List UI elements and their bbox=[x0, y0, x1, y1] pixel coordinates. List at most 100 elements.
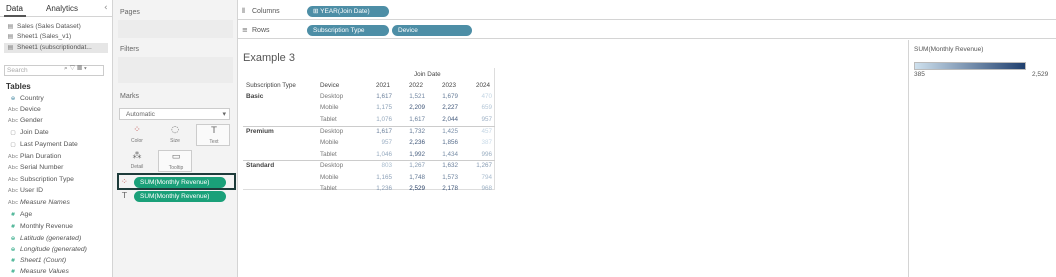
filters-drop-zone[interactable] bbox=[118, 57, 233, 83]
size-button[interactable]: ◌ Size bbox=[158, 124, 192, 146]
color-icon: ⁘ bbox=[133, 125, 141, 135]
field-measure-values[interactable]: # Measure Values bbox=[6, 266, 69, 277]
table-cell[interactable]: 2,236 bbox=[403, 139, 425, 146]
legend-title: SUM(Monthly Revenue) bbox=[914, 46, 984, 53]
field-age[interactable]: # Age bbox=[6, 209, 32, 220]
calendar-icon: ▢ bbox=[10, 142, 16, 148]
field-monthly-revenue[interactable]: # Monthly Revenue bbox=[6, 221, 73, 232]
table-cell[interactable]: 1,165 bbox=[370, 174, 392, 181]
table-cell[interactable]: 1,617 bbox=[370, 93, 392, 100]
columns-icon: ⫴ bbox=[242, 7, 245, 15]
rows-pill-subscription-type[interactable]: Subscription Type bbox=[307, 25, 389, 36]
pages-drop-zone[interactable] bbox=[118, 20, 233, 38]
field-longitude[interactable]: ⊕ Longitude (generated) bbox=[6, 244, 87, 255]
table-cell[interactable]: 1,521 bbox=[403, 93, 425, 100]
table-cell[interactable]: 1,076 bbox=[370, 116, 392, 123]
field-gender[interactable]: Abc Gender bbox=[6, 115, 43, 126]
field-user-id[interactable]: Abc User ID bbox=[6, 185, 43, 196]
tab-analytics[interactable]: Analytics bbox=[46, 4, 78, 13]
device-label: Mobile bbox=[320, 139, 339, 147]
table-cell[interactable]: 1,175 bbox=[370, 104, 392, 111]
table-cell[interactable]: 1,748 bbox=[403, 174, 425, 181]
table-cell[interactable]: 2,227 bbox=[436, 104, 458, 111]
table-cell[interactable]: 1,236 bbox=[370, 185, 392, 192]
field-serial-number[interactable]: Abc Serial Number bbox=[6, 162, 64, 173]
device-label: Desktop bbox=[320, 93, 344, 100]
table-cell[interactable]: 794 bbox=[470, 174, 492, 181]
measure-icon: # bbox=[10, 269, 16, 275]
measure-icon: # bbox=[10, 224, 16, 230]
table-cell[interactable]: 996 bbox=[470, 151, 492, 158]
pages-card-title: Pages bbox=[120, 9, 140, 16]
field-sheet1-count[interactable]: # Sheet1 (Count) bbox=[6, 255, 66, 266]
color-legend-bar[interactable] bbox=[914, 62, 1026, 70]
device-label: Tablet bbox=[320, 115, 337, 123]
datasource-item-selected[interactable]: ▤ Sheet1 (subscriptiondat... bbox=[4, 43, 108, 53]
text-icon: T bbox=[211, 126, 217, 136]
field-country[interactable]: ⊕ Country bbox=[6, 93, 44, 104]
tooltip-button[interactable]: ▭ Tooltip bbox=[158, 150, 192, 172]
field-subscription-type[interactable]: Abc Subscription Type bbox=[6, 174, 74, 185]
table-cell[interactable]: 387 bbox=[470, 139, 492, 146]
table-cell[interactable]: 2,044 bbox=[436, 116, 458, 123]
view-options-icon[interactable]: ▦▾ bbox=[77, 65, 89, 72]
table-cell[interactable]: 2,209 bbox=[403, 104, 425, 111]
device-label: Tablet bbox=[320, 185, 337, 193]
table-cell[interactable]: 803 bbox=[370, 162, 392, 169]
chevron-down-icon: ▾ bbox=[222, 110, 226, 118]
table-cell[interactable]: 1,856 bbox=[436, 139, 458, 146]
table-cell[interactable]: 1,267 bbox=[403, 162, 425, 169]
table-cell[interactable]: 1,992 bbox=[403, 151, 425, 158]
table-cell[interactable]: 457 bbox=[470, 128, 492, 135]
table-cell[interactable]: 957 bbox=[370, 139, 392, 146]
filters-card-title: Filters bbox=[120, 46, 140, 53]
abc-icon: Abc bbox=[7, 200, 19, 206]
tables-heading: Tables bbox=[6, 82, 31, 91]
field-measure-names[interactable]: Abc Measure Names bbox=[6, 197, 70, 208]
field-plan-duration[interactable]: Abc Plan Duration bbox=[6, 151, 61, 162]
table-cell[interactable]: 1,732 bbox=[403, 128, 425, 135]
tooltip-icon: ▭ bbox=[171, 152, 181, 162]
table-cell[interactable]: 1,679 bbox=[436, 93, 458, 100]
table-cell[interactable]: 1,617 bbox=[370, 128, 392, 135]
table-cell[interactable]: 1,046 bbox=[370, 151, 392, 158]
datasource-icon: ▤ bbox=[7, 44, 14, 51]
active-tab-indicator bbox=[4, 15, 26, 17]
table-cell[interactable]: 968 bbox=[470, 185, 492, 192]
row-header-subscription-type: Subscription Type bbox=[246, 82, 296, 89]
field-last-payment-date[interactable]: ▢ Last Payment Date bbox=[6, 139, 77, 150]
text-pill-monthly-revenue[interactable]: SUM(Monthly Revenue) bbox=[134, 191, 226, 202]
table-cell[interactable]: 659 bbox=[470, 104, 492, 111]
table-cell[interactable]: 1,434 bbox=[436, 151, 458, 158]
device-label: Desktop bbox=[320, 162, 344, 170]
field-search-input[interactable]: Search bbox=[4, 65, 104, 76]
table-cell[interactable]: 2,529 bbox=[403, 185, 425, 192]
table-cell[interactable]: 2,178 bbox=[436, 185, 458, 192]
rows-pill-device[interactable]: Device bbox=[392, 25, 472, 36]
datasource-item[interactable]: ▤ Sheet1 (Sales_v1) bbox=[6, 32, 110, 42]
columns-pill-year-join-date[interactable]: ⊞ YEAR(Join Date) bbox=[307, 6, 389, 17]
field-device[interactable]: Abc Device bbox=[6, 104, 41, 115]
detail-button[interactable]: ⁂ Detail bbox=[120, 150, 154, 172]
text-button[interactable]: T Text bbox=[196, 124, 230, 146]
search-tools: ⌕▽▦▾ bbox=[64, 65, 89, 73]
table-cell[interactable]: 1,632 bbox=[436, 162, 458, 169]
filter-icon[interactable]: ▽ bbox=[70, 65, 77, 72]
table-cell[interactable]: 1,267 bbox=[470, 162, 492, 169]
color-button[interactable]: ⁘ Color bbox=[120, 124, 154, 146]
table-cell[interactable]: 1,573 bbox=[436, 174, 458, 181]
table-cell[interactable]: 957 bbox=[470, 116, 492, 123]
table-cell[interactable]: 1,617 bbox=[403, 116, 425, 123]
table-cell[interactable]: 470 bbox=[470, 93, 492, 100]
field-latitude[interactable]: ⊕ Latitude (generated) bbox=[6, 233, 82, 244]
year-header: 2023 bbox=[442, 82, 457, 89]
table-cell[interactable]: 1,425 bbox=[436, 128, 458, 135]
measure-icon: # bbox=[10, 212, 16, 218]
group-divider bbox=[243, 125, 495, 127]
tab-data[interactable]: Data bbox=[6, 4, 23, 13]
chevron-left-icon[interactable]: ‹ bbox=[104, 3, 108, 13]
datasource-item[interactable]: ▤ Sales (Sales Dataset) bbox=[6, 22, 110, 32]
marks-type-dropdown[interactable]: Automatic ▾ bbox=[119, 108, 230, 120]
field-join-date[interactable]: ▢ Join Date bbox=[6, 127, 48, 138]
text-icon: T bbox=[122, 191, 127, 200]
